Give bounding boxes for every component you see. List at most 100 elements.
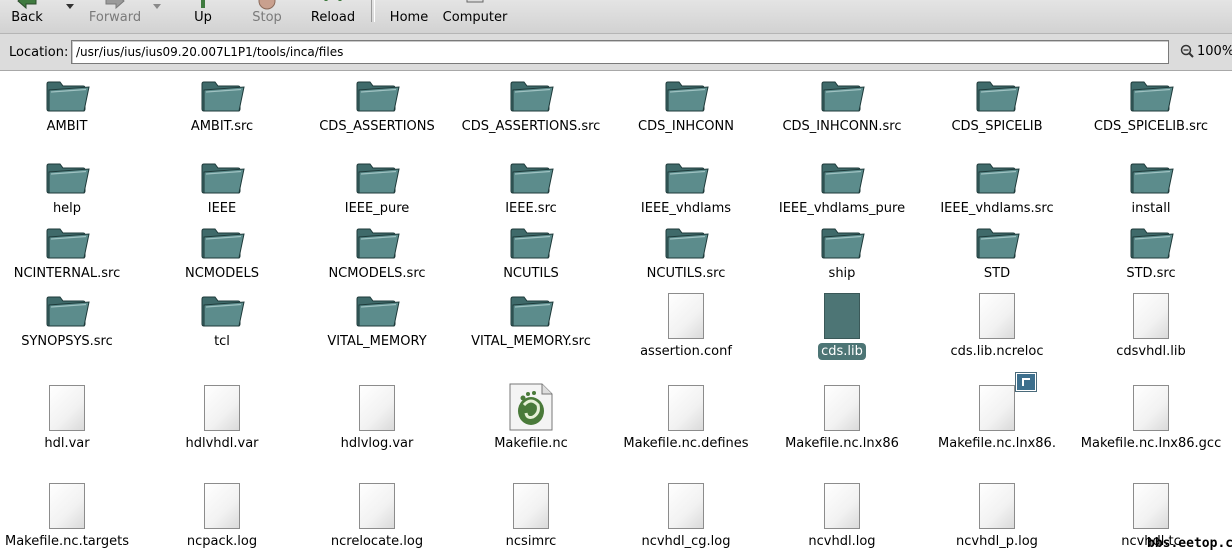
file-item[interactable]: AMBIT [0,76,142,135]
file-item[interactable]: Makefile.nc.lnx86 [767,383,917,452]
folder-icon [1076,76,1226,114]
file-item[interactable]: ncvhdl.log [767,481,917,550]
file-item[interactable]: AMBIT.src [147,76,297,135]
file-item-label: NCINTERNAL.src [13,266,121,281]
forward-history-dropdown[interactable] [153,4,161,9]
file-item[interactable]: help [0,158,142,217]
file-item[interactable]: cds.lib [767,291,917,360]
document-icon [0,481,142,529]
file-item-label: hdlvlog.var [340,436,414,451]
file-item-label: AMBIT [46,119,88,134]
file-item[interactable]: NCUTILS.src [611,223,761,282]
file-item[interactable]: ship [767,223,917,282]
folder-icon [1076,223,1226,261]
file-item[interactable]: CDS_SPICELIB.src [1076,76,1226,135]
file-item[interactable]: VITAL_MEMORY.src [456,291,606,350]
file-item-label: CDS_INHCONN.src [782,119,902,134]
folder-icon [767,158,917,196]
file-item-label: CDS_SPICELIB.src [1093,119,1209,134]
file-item[interactable]: SYNOPSYS.src [0,291,142,350]
file-item[interactable]: Makefile.nc.targets [0,481,142,550]
file-item-label: ncvhdl.log [808,534,876,549]
file-item-label: CDS_SPICELIB [951,119,1043,134]
toolbar: Back Forward Up Stop Reload Home Compute… [0,0,1232,34]
file-item-label: help [52,201,82,216]
document-icon [147,383,297,431]
document-icon [1076,291,1226,339]
zoom-level: 100% [1197,44,1232,59]
file-item[interactable]: cdsvhdl.lib [1076,291,1226,360]
file-item[interactable]: CDS_INHCONN [611,76,761,135]
file-item[interactable]: CDS_ASSERTIONS [302,76,452,135]
folder-icon [302,223,452,261]
file-item-label: cds.lib [767,343,917,360]
stop-button[interactable]: Stop [245,0,289,33]
file-item[interactable]: IEEE_vhdlams_pure [767,158,917,217]
file-item[interactable]: NCMODELS.src [302,223,452,282]
file-item[interactable]: NCUTILS [456,223,606,282]
file-item[interactable]: tcl [147,291,297,350]
up-button[interactable]: Up [180,0,226,33]
file-item[interactable]: Makefile.nc.lnx86. [922,372,1072,452]
zoom-control[interactable]: 100% [1180,44,1232,59]
file-item[interactable]: IEEE.src [456,158,606,217]
folder-icon [1076,158,1226,196]
file-item-label: Makefile.nc [494,436,568,451]
file-item[interactable]: IEEE [147,158,297,217]
file-item-label: STD.src [1126,266,1176,281]
file-item[interactable]: CDS_INHCONN.src [767,76,917,135]
file-item[interactable]: STD.src [1076,223,1226,282]
folder-icon [147,76,297,114]
file-item-label: install [1131,201,1171,216]
file-item[interactable]: hdlvhdl.var [147,383,297,452]
file-item[interactable]: NCINTERNAL.src [0,223,142,282]
file-item-label: ncpack.log [186,534,258,549]
location-input[interactable] [71,40,1169,64]
reload-button[interactable]: Reload [305,0,361,33]
file-item[interactable]: install [1076,158,1226,217]
file-item[interactable]: Makefile.nc.lnx86.gcc [1076,383,1226,452]
watermark: bbs.eetop.cn [1147,536,1232,551]
file-item[interactable]: ncsimrc [456,481,606,550]
file-item-label: ncrelocate.log [330,534,424,549]
file-item[interactable]: ncvhdl_p.log [922,481,1072,550]
document-icon [611,383,761,431]
file-item-label: CDS_INHCONN [638,119,734,134]
file-item[interactable]: ncpack.log [147,481,297,550]
file-item-label: STD [983,266,1011,281]
file-item[interactable]: CDS_ASSERTIONS.src [456,76,606,135]
computer-button[interactable]: Computer [440,0,510,33]
file-item[interactable]: ncrelocate.log [302,481,452,550]
file-item-label: Makefile.nc.defines [623,436,749,451]
file-grid: AMBIT AMBIT.src CDS_ASSERTIONS CDS_ASSERTIO… [0,71,1232,554]
file-item[interactable]: Makefile.nc [456,383,606,452]
link-badge-icon [1015,372,1037,392]
file-item[interactable]: hdl.var [0,383,142,452]
file-item[interactable]: VITAL_MEMORY [302,291,452,350]
file-item[interactable]: IEEE_vhdlams.src [922,158,1072,217]
file-item[interactable]: ncvhdl_cg.log [611,481,761,550]
back-button[interactable]: Back [0,0,54,33]
folder-icon [0,223,142,261]
file-item[interactable]: Makefile.nc.defines [611,383,761,452]
file-item-label: ncvhdl_p.log [956,534,1038,549]
file-item[interactable]: cds.lib.ncreloc [922,291,1072,360]
file-item[interactable]: hdlvlog.var [302,383,452,452]
document-icon [767,291,917,339]
folder-icon [147,158,297,196]
folder-icon [302,158,452,196]
file-item[interactable]: NCMODELS [147,223,297,282]
file-item[interactable]: CDS_SPICELIB [922,76,1072,135]
zoom-out-icon[interactable] [1180,44,1194,58]
folder-icon [767,76,917,114]
back-history-dropdown[interactable] [66,4,74,9]
forward-arrow-icon [105,0,125,10]
home-button[interactable]: Home [386,0,432,33]
document-icon [922,481,1072,529]
folder-icon [0,158,142,196]
file-item[interactable]: STD [922,223,1072,282]
file-item[interactable]: IEEE_pure [302,158,452,217]
file-item[interactable]: assertion.conf [611,291,761,360]
file-item[interactable]: IEEE_vhdlams [611,158,761,217]
forward-button[interactable]: Forward [80,0,150,33]
